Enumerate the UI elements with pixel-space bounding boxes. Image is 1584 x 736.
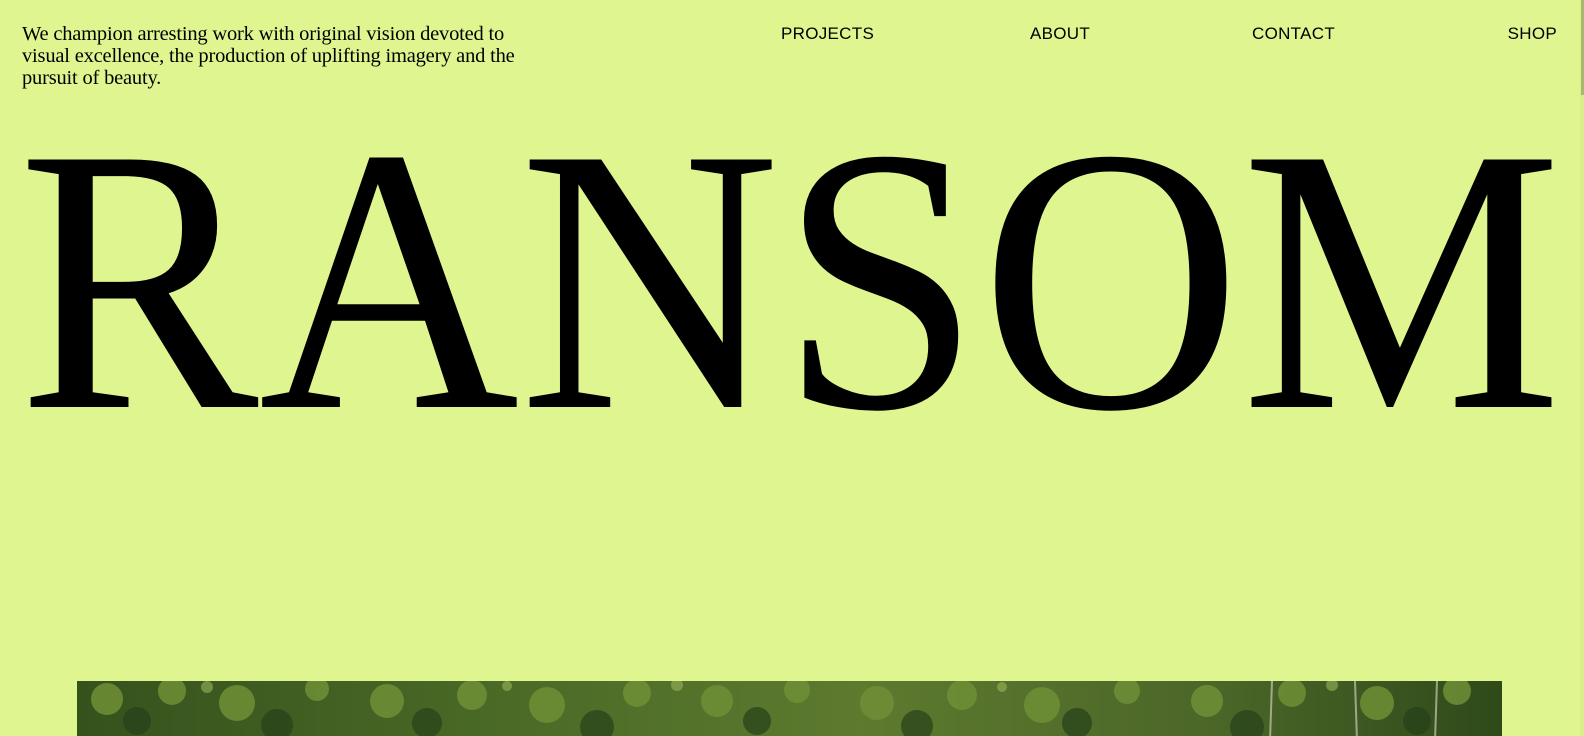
nav-about-link[interactable]: ABOUT bbox=[1030, 24, 1090, 44]
nav-projects-link[interactable]: PROJECTS bbox=[781, 24, 874, 44]
hero-image[interactable] bbox=[77, 681, 1502, 736]
nav-contact-link[interactable]: CONTACT bbox=[1252, 24, 1335, 44]
forest-canopy-photo bbox=[77, 681, 1502, 736]
nav-shop-link[interactable]: SHOP bbox=[1508, 24, 1557, 44]
wordmark-text: RANSOM bbox=[18, 134, 1562, 419]
wordmark[interactable]: RANSOM bbox=[0, 134, 1584, 419]
tagline: We champion arresting work with original… bbox=[22, 23, 515, 89]
